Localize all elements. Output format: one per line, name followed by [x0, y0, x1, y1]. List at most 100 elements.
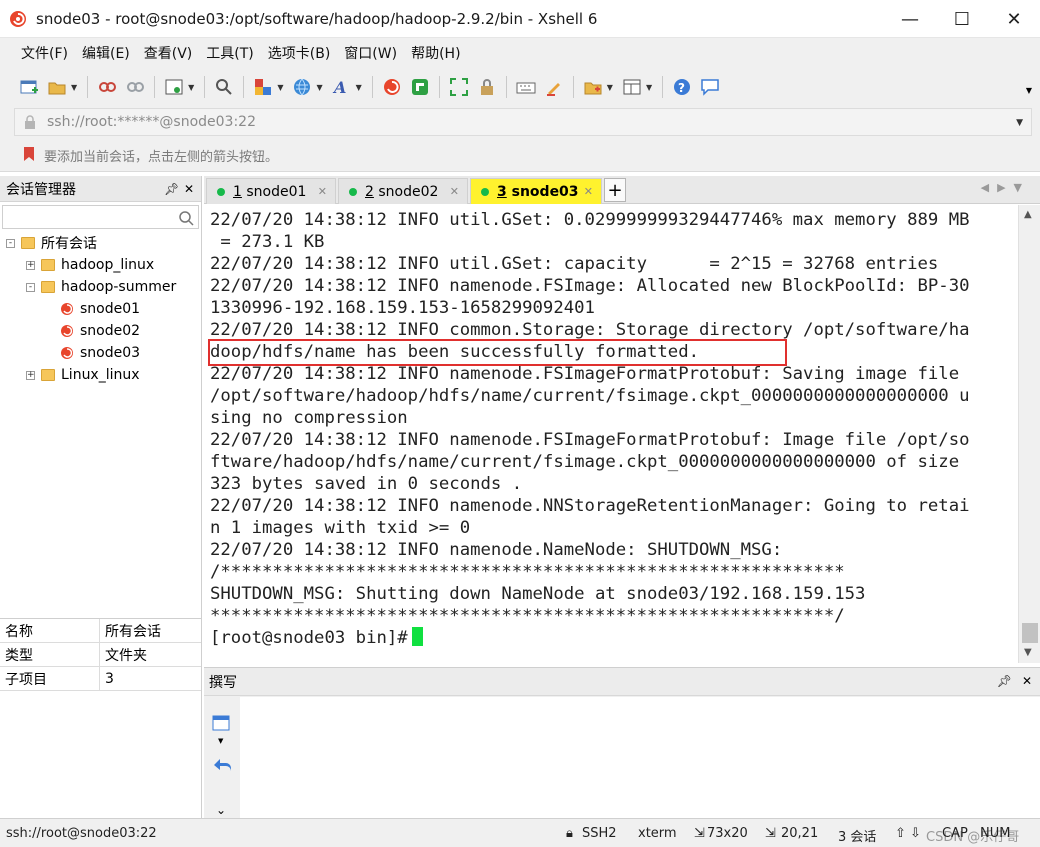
fullscreen-icon[interactable] — [448, 76, 470, 98]
scroll-down-icon[interactable]: ▼ — [1024, 647, 1032, 658]
address-bar[interactable]: ssh://root:******@snode03:22 ▼ — [14, 108, 1032, 136]
minimize-button[interactable]: — — [884, 0, 936, 38]
new-tab-button[interactable]: + — [604, 178, 626, 202]
scroll-up-icon[interactable]: ▲ — [1024, 209, 1032, 220]
session-icon — [60, 324, 74, 338]
expand-down-icon[interactable]: ⌄ — [216, 803, 226, 817]
status-num: NUM — [980, 826, 1011, 841]
open-dropdown-icon[interactable]: ▼ — [71, 83, 77, 92]
font-icon[interactable]: A — [331, 76, 353, 98]
address-text: ssh://root:******@snode03:22 — [47, 114, 256, 130]
status-protocol: SSH2 — [582, 826, 617, 841]
terminal-line: 22/07/20 14:38:12 INFO util.GSet: 0.0299… — [210, 210, 970, 230]
compose-input[interactable] — [240, 697, 1040, 819]
connect-icon[interactable] — [96, 76, 118, 98]
terminal-scrollbar[interactable]: ▲ ▼ — [1018, 205, 1040, 663]
tab-scroll-icon[interactable]: ◀▶▼ — [981, 181, 1030, 194]
collapse-icon[interactable]: - — [6, 238, 15, 248]
session-search-input[interactable] — [2, 205, 199, 229]
close-panel-icon[interactable]: ✕ — [1022, 674, 1032, 688]
keyboard-icon[interactable] — [515, 76, 537, 98]
tab-snode02[interactable]: 2 snode02 ✕ — [338, 178, 468, 204]
bookmark-arrow-icon[interactable] — [22, 146, 36, 166]
pin-icon[interactable]: 📌︎ — [997, 674, 1012, 688]
tab-snode03[interactable]: 3 snode03 ✕ — [470, 178, 602, 204]
tree-item-snode01[interactable]: snode01 — [60, 298, 140, 320]
menu-view[interactable]: 查看(V) — [137, 43, 200, 63]
close-button[interactable]: ✕ — [988, 0, 1040, 38]
connected-dot-icon — [481, 187, 489, 196]
close-panel-icon[interactable]: ✕ — [184, 182, 194, 196]
padlock-icon — [23, 115, 37, 129]
chat-icon[interactable] — [699, 76, 721, 98]
tree-item-snode03[interactable]: snode03 — [60, 342, 140, 364]
menu-help[interactable]: 帮助(H) — [404, 43, 467, 63]
tree-item-hadoop-summer[interactable]: - hadoop-summer — [26, 276, 176, 298]
globe-dropdown-icon[interactable]: ▼ — [316, 83, 322, 92]
close-tab-icon[interactable]: ✕ — [318, 185, 327, 198]
layout-dropdown-icon[interactable]: ▼ — [277, 83, 283, 92]
disconnect-icon[interactable] — [124, 76, 146, 98]
terminal-output[interactable]: 22/07/20 14:38:12 INFO util.GSet: 0.0299… — [204, 205, 1018, 663]
window-title: snode03 - root@snode03:/opt/software/had… — [36, 9, 598, 28]
pin-icon[interactable]: 📌︎ — [164, 182, 179, 196]
status-connection: ssh://root@snode03:22 — [6, 826, 157, 841]
compose-window-icon[interactable] — [212, 715, 230, 735]
find-icon[interactable] — [213, 76, 235, 98]
terminal-line: 1330996-192.168.159.153-1658299092401 — [210, 298, 595, 318]
expand-icon[interactable]: + — [26, 370, 35, 380]
properties-icon[interactable] — [163, 76, 185, 98]
scrollbar-thumb[interactable] — [1022, 623, 1038, 643]
xshell-icon[interactable] — [381, 76, 403, 98]
download-arrow-icon[interactable]: ⇩ — [910, 826, 921, 841]
upload-arrow-icon[interactable]: ⇧ — [895, 826, 906, 841]
window-layout-dropdown-icon[interactable]: ▼ — [646, 83, 652, 92]
tree-item-hadoop-linux[interactable]: + hadoop_linux — [26, 254, 154, 276]
property-row: 类型 文件夹 — [0, 643, 201, 667]
xftp-icon[interactable] — [409, 76, 431, 98]
terminal-line: ****************************************… — [210, 606, 845, 626]
tree-item-linux-linux[interactable]: + Linux_linux — [26, 364, 140, 386]
window-layout-icon[interactable] — [621, 76, 643, 98]
new-session-icon[interactable] — [18, 76, 40, 98]
address-dropdown-icon[interactable]: ▼ — [1016, 118, 1023, 128]
address-row: ssh://root:******@snode03:22 ▼ — [0, 106, 1040, 140]
search-icon — [178, 210, 194, 226]
close-tab-icon[interactable]: ✕ — [450, 185, 459, 198]
send-arrow-icon[interactable] — [212, 757, 232, 777]
toolbar-overflow-icon[interactable]: ▼ — [1026, 86, 1032, 95]
terminal-line: 22/07/20 14:38:12 INFO namenode.FSImageF… — [210, 430, 970, 450]
globe-icon[interactable] — [291, 76, 313, 98]
properties-dropdown-icon[interactable]: ▼ — [188, 83, 194, 92]
terminal-line: /***************************************… — [210, 562, 845, 582]
compose-header: 撰写 📌︎ ✕ — [204, 668, 1040, 696]
collapse-icon[interactable]: - — [26, 282, 35, 292]
add-folder-icon[interactable] — [582, 76, 604, 98]
expand-icon[interactable]: + — [26, 260, 35, 270]
menu-window[interactable]: 窗口(W) — [337, 43, 404, 63]
terminal-line: 22/07/20 14:38:12 INFO namenode.NNStorag… — [210, 496, 970, 516]
compose-dropdown-icon[interactable]: ▼ — [218, 737, 223, 745]
tree-item-all-sessions[interactable]: - 所有会话 — [6, 232, 97, 254]
menu-edit[interactable]: 编辑(E) — [75, 43, 137, 63]
highlight-icon[interactable] — [543, 76, 565, 98]
font-dropdown-icon[interactable]: ▼ — [356, 83, 362, 92]
help-icon[interactable]: ? — [671, 76, 693, 98]
status-cursor-pos: 20,21 — [781, 826, 819, 841]
lock-icon[interactable] — [476, 76, 498, 98]
terminal-line: /opt/software/hadoop/hdfs/name/current/f… — [210, 386, 970, 406]
open-folder-icon[interactable] — [46, 76, 68, 98]
tab-snode01[interactable]: 1 snode01 ✕ — [206, 178, 336, 204]
add-folder-dropdown-icon[interactable]: ▼ — [607, 83, 613, 92]
menu-file[interactable]: 文件(F) — [14, 43, 75, 63]
terminal-line: n 1 images with txid >= 0 — [210, 518, 471, 538]
session-icon — [60, 302, 74, 316]
menu-tab[interactable]: 选项卡(B) — [261, 43, 338, 63]
close-tab-icon[interactable]: ✕ — [584, 185, 593, 198]
menu-tools[interactable]: 工具(T) — [199, 43, 260, 63]
layout-icon[interactable] — [252, 76, 274, 98]
compose-title: 撰写 — [209, 674, 237, 691]
maximize-button[interactable]: ☐ — [936, 0, 988, 38]
shell-prompt: [root@snode03 bin]# — [210, 628, 408, 648]
tree-item-snode02[interactable]: snode02 — [60, 320, 140, 342]
